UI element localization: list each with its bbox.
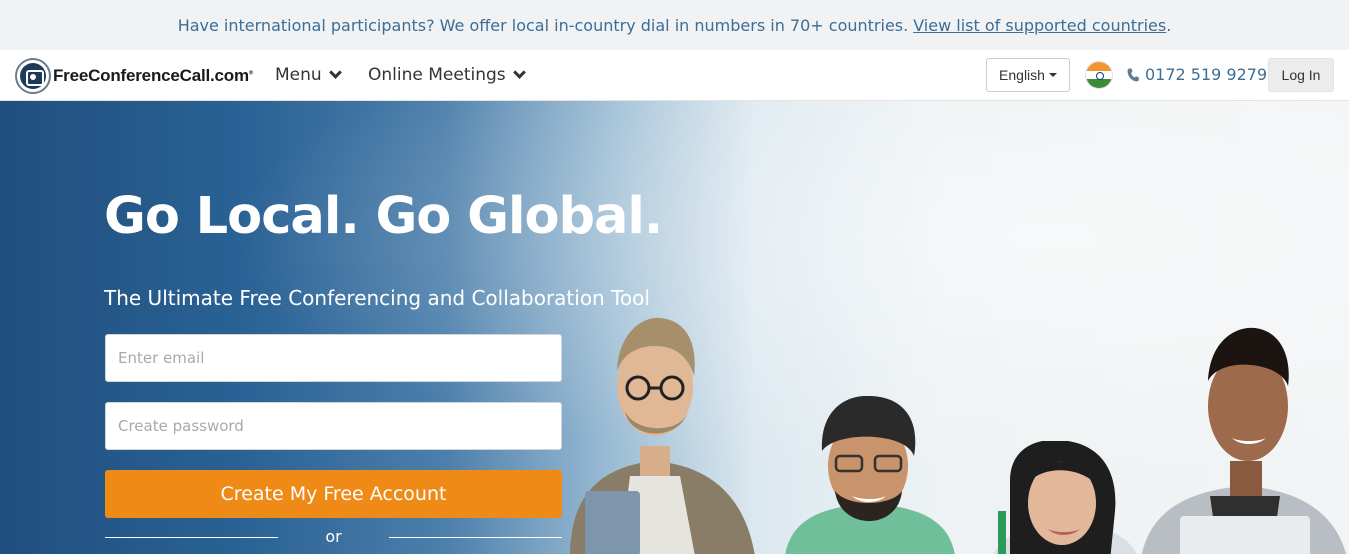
hero-title: Go Local. Go Global.: [104, 187, 663, 246]
logo-text: FreeConferenceCall.com®: [53, 66, 254, 85]
person-image-2: [785, 396, 955, 554]
india-flag-icon[interactable]: [1085, 61, 1113, 89]
person-image-1: [570, 317, 755, 554]
person-image-3: [993, 441, 1137, 554]
nav-menu-label: Menu: [275, 65, 322, 85]
language-label: English: [999, 67, 1045, 83]
banner-text: Have international participants? We offe…: [177, 15, 909, 35]
divider-line: [389, 537, 562, 538]
chevron-down-icon: [512, 66, 526, 79]
phone-icon: [1127, 68, 1139, 82]
supported-countries-link[interactable]: View list of supported countries: [913, 16, 1166, 35]
hero-section: Go Local. Go Global. The Ultimate Free C…: [0, 101, 1349, 554]
hero-subtitle: The Ultimate Free Conferencing and Colla…: [104, 286, 650, 310]
email-input[interactable]: [105, 334, 562, 382]
nav-online-meetings[interactable]: Online Meetings: [368, 65, 526, 85]
phone-number[interactable]: 0172 519 9279: [1127, 65, 1267, 84]
person-image-4: [1141, 327, 1347, 554]
password-input[interactable]: [105, 402, 562, 450]
language-dropdown[interactable]: English: [986, 58, 1070, 92]
create-account-button[interactable]: Create My Free Account: [105, 470, 562, 518]
intl-banner: Have international participants? We offe…: [0, 0, 1349, 50]
nav-menu[interactable]: Menu: [275, 65, 342, 85]
banner-trail: .: [1166, 15, 1172, 35]
phone-logo-icon: [15, 58, 51, 94]
logo[interactable]: FreeConferenceCall.com®: [15, 58, 253, 94]
nav-online-meetings-label: Online Meetings: [368, 65, 506, 85]
registered-mark: ®: [248, 70, 254, 77]
chevron-down-icon: [328, 66, 342, 79]
login-button[interactable]: Log In: [1268, 58, 1334, 92]
phone-number-text: 0172 519 9279: [1145, 65, 1268, 84]
or-divider: or: [105, 527, 562, 547]
caret-down-icon: [1048, 73, 1057, 77]
navbar: FreeConferenceCall.com® Menu Online Meet…: [0, 50, 1349, 101]
